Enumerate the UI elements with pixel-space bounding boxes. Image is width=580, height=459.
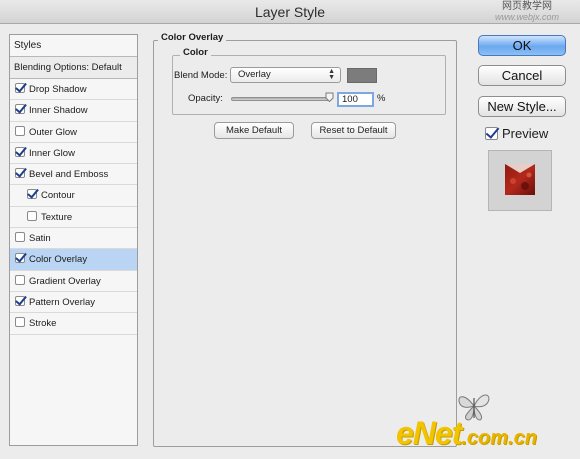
style-item-gradient-overlay[interactable]: Gradient Overlay <box>10 271 137 292</box>
overlay-color-swatch[interactable] <box>347 68 377 83</box>
blend-mode-label: Blend Mode: <box>174 70 228 81</box>
style-item-pattern-overlay[interactable]: Pattern Overlay <box>10 292 137 314</box>
new-style-button[interactable]: New Style... <box>478 96 566 117</box>
style-item-contour[interactable]: Contour <box>10 185 137 207</box>
style-item-stroke[interactable]: Stroke <box>10 313 137 335</box>
style-preview-thumbnail <box>488 150 552 211</box>
style-item-label: Inner Shadow <box>29 105 88 117</box>
pattern-overlay-checkbox[interactable] <box>15 295 25 306</box>
watermark-top: 网页教学网 www.webjx.com <box>482 1 572 23</box>
style-item-drop-shadow[interactable]: Drop Shadow <box>10 79 137 101</box>
styles-list: Styles Blending Options: Default Drop Sh… <box>9 34 138 446</box>
watermark-bottom: eNet.com.cn <box>396 415 537 452</box>
style-item-label: Bevel and Emboss <box>29 169 109 181</box>
style-item-label: Satin <box>29 233 51 245</box>
color-overlay-checkbox[interactable] <box>15 253 25 264</box>
style-item-label: Color Overlay <box>29 254 88 266</box>
preview-swatch-image <box>505 164 535 195</box>
outer-glow-checkbox[interactable] <box>15 125 25 136</box>
style-item-inner-shadow[interactable]: Inner Shadow <box>10 100 137 122</box>
blend-mode-select[interactable]: Overlay ▲ ▼ <box>230 67 341 83</box>
style-item-outer-glow[interactable]: Outer Glow <box>10 122 137 143</box>
style-item-label: Gradient Overlay <box>29 275 101 287</box>
style-item-label: Stroke <box>29 318 57 330</box>
make-default-button[interactable]: Make Default <box>214 122 294 139</box>
watermark-top-url: www.webjx.com <box>494 12 559 22</box>
watermark-top-zh: 网页教学网 <box>502 1 552 12</box>
color-group <box>172 55 446 115</box>
cancel-button[interactable]: Cancel <box>478 65 566 86</box>
opacity-slider-thumb[interactable] <box>325 92 334 102</box>
bevel-emboss-checkbox[interactable] <box>15 168 25 179</box>
style-item-color-overlay[interactable]: Color Overlay <box>10 249 137 271</box>
panel-title: Color Overlay <box>158 32 227 43</box>
opacity-slider[interactable] <box>231 97 331 101</box>
watermark-brand: eNet <box>396 415 462 451</box>
stroke-checkbox[interactable] <box>15 317 25 328</box>
preview-label: Preview <box>502 126 549 141</box>
style-item-label: Texture <box>41 211 73 223</box>
reset-to-default-button[interactable]: Reset to Default <box>311 122 396 139</box>
style-item-label: Outer Glow <box>29 126 78 138</box>
inner-glow-checkbox[interactable] <box>15 146 25 157</box>
style-item-inner-glow[interactable]: Inner Glow <box>10 143 137 165</box>
texture-checkbox[interactable] <box>27 210 37 221</box>
style-item-satin[interactable]: Satin <box>10 228 137 250</box>
style-item-label: Drop Shadow <box>29 84 87 95</box>
gradient-overlay-checkbox[interactable] <box>15 274 25 285</box>
drop-shadow-checkbox[interactable] <box>15 83 25 93</box>
style-item-label: Pattern Overlay <box>29 296 95 308</box>
style-item-texture[interactable]: Texture <box>10 207 137 229</box>
preview-toggle[interactable]: Preview <box>485 126 548 141</box>
blend-mode-value: Overlay <box>238 69 271 80</box>
opacity-unit: % <box>377 93 386 104</box>
opacity-input[interactable]: 100 <box>337 92 374 107</box>
preview-checkbox[interactable] <box>485 127 498 140</box>
styles-header[interactable]: Styles <box>10 35 137 57</box>
window-title: Layer Style <box>254 4 326 20</box>
satin-checkbox[interactable] <box>15 232 25 243</box>
style-item-label: Inner Glow <box>29 147 75 159</box>
blending-options-item[interactable]: Blending Options: Default <box>10 57 137 79</box>
style-item-label: Contour <box>41 190 75 202</box>
watermark-suffix: .com.cn <box>461 427 537 449</box>
contour-checkbox[interactable] <box>27 189 37 200</box>
select-arrows-icon: ▲ ▼ <box>328 68 335 81</box>
opacity-label: Opacity: <box>188 93 223 104</box>
inner-shadow-checkbox[interactable] <box>15 104 25 115</box>
ok-button[interactable]: OK <box>478 35 566 56</box>
style-item-bevel-emboss[interactable]: Bevel and Emboss <box>10 164 137 186</box>
color-group-title: Color <box>180 47 211 58</box>
